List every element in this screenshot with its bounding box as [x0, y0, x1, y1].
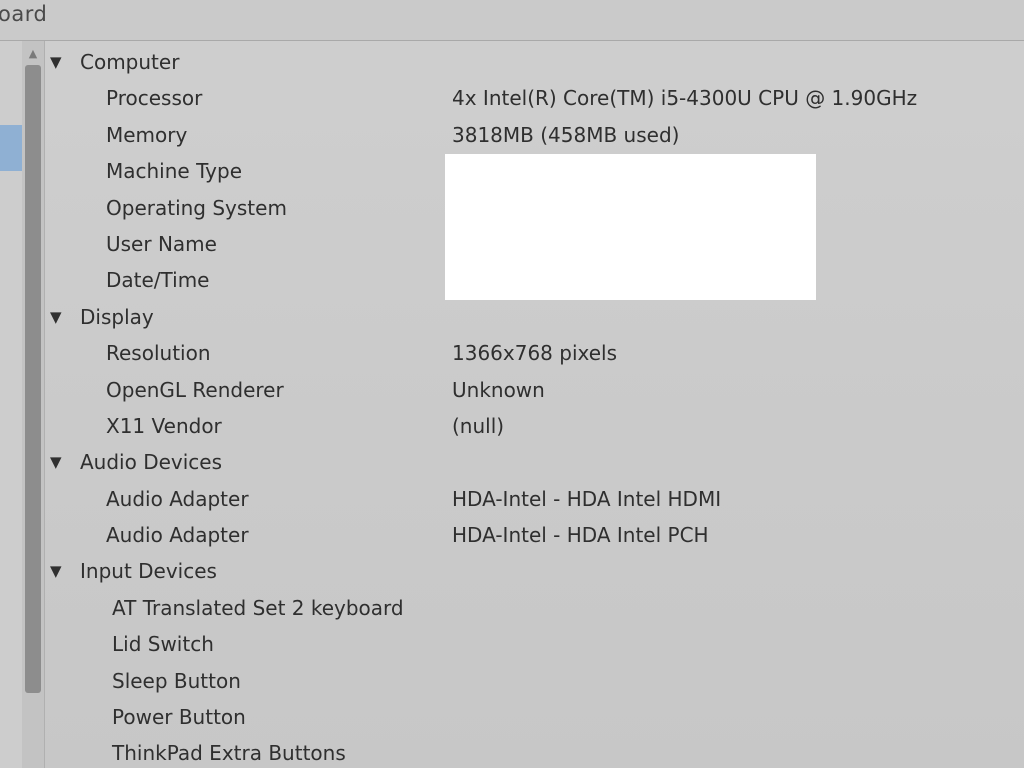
row-value-resolution: 1366x768 pixels: [452, 341, 618, 366]
window-title: oard: [0, 2, 48, 26]
tree-row[interactable]: Power Button: [45, 699, 1024, 735]
row-value-processor: 4x Intel(R) Core(TM) i5-4300U CPU @ 1.90…: [452, 86, 918, 111]
left-sidebar-pane[interactable]: [0, 41, 23, 768]
tree-row[interactable]: Audio Adapter HDA-Intel - HDA Intel HDMI: [45, 481, 1024, 517]
row-key-machine-type: Machine Type: [106, 159, 243, 184]
expand-arrow-icon[interactable]: ▼: [50, 553, 68, 589]
expand-arrow-icon[interactable]: ▼: [50, 299, 68, 335]
tree-row[interactable]: Sleep Button: [45, 663, 1024, 699]
tree-row[interactable]: Memory 3818MB (458MB used): [45, 117, 1024, 153]
row-key-resolution: Resolution: [106, 341, 211, 366]
scrollbar-thumb[interactable]: [25, 65, 41, 693]
system-info-tree[interactable]: ▼ Computer Processor 4x Intel(R) Core(TM…: [45, 44, 1024, 768]
tree-row[interactable]: OpenGL Renderer Unknown: [45, 372, 1024, 408]
expand-arrow-icon[interactable]: ▼: [50, 44, 68, 80]
tree-row[interactable]: Audio Adapter HDA-Intel - HDA Intel PCH: [45, 517, 1024, 553]
row-key-memory: Memory: [106, 122, 188, 147]
row-value-audio-adapter: HDA-Intel - HDA Intel HDMI: [452, 486, 722, 511]
row-key-x11-vendor: X11 Vendor: [106, 413, 222, 438]
row-key-processor: Processor: [106, 86, 203, 111]
row-key-date-time: Date/Time: [106, 268, 210, 293]
section-computer[interactable]: ▼ Computer: [45, 44, 1024, 80]
tree-row[interactable]: Lid Switch: [45, 626, 1024, 662]
section-input-devices[interactable]: ▼ Input Devices: [45, 553, 1024, 589]
row-key-user-name: User Name: [106, 231, 217, 256]
section-audio-devices[interactable]: ▼ Audio Devices: [45, 444, 1024, 480]
row-key-thinkpad-extra-buttons: ThinkPad Extra Buttons: [112, 741, 346, 766]
row-key-audio-adapter: Audio Adapter: [106, 523, 249, 548]
row-value-x11-vendor: (null): [452, 413, 505, 438]
section-display[interactable]: ▼ Display: [45, 299, 1024, 335]
redaction-box: [445, 154, 816, 300]
tree-row[interactable]: Processor 4x Intel(R) Core(TM) i5-4300U …: [45, 80, 1024, 116]
section-label-input-devices: Input Devices: [80, 559, 217, 584]
tree-row[interactable]: X11 Vendor (null): [45, 408, 1024, 444]
row-key-power-button: Power Button: [112, 705, 246, 730]
row-key-opengl-renderer: OpenGL Renderer: [106, 377, 284, 402]
vertical-scrollbar[interactable]: ▲: [22, 41, 45, 768]
tree-row[interactable]: ThinkPad Extra Buttons: [45, 735, 1024, 768]
row-key-audio-adapter: Audio Adapter: [106, 486, 249, 511]
section-label-audio-devices: Audio Devices: [80, 450, 223, 475]
tree-row[interactable]: AT Translated Set 2 keyboard: [45, 590, 1024, 626]
row-value-memory: 3818MB (458MB used): [452, 122, 680, 147]
scroll-up-icon[interactable]: ▲: [22, 45, 44, 63]
window-titlebar: oard: [0, 0, 1024, 41]
row-key-operating-system: Operating System: [106, 195, 287, 220]
expand-arrow-icon[interactable]: ▼: [50, 444, 68, 480]
row-key-lid-switch: Lid Switch: [112, 632, 214, 657]
row-key-at-keyboard: AT Translated Set 2 keyboard: [112, 595, 404, 620]
row-value-audio-adapter: HDA-Intel - HDA Intel PCH: [452, 523, 709, 548]
section-label-display: Display: [80, 304, 154, 329]
section-label-computer: Computer: [80, 50, 180, 74]
row-value-opengl-renderer: Unknown: [452, 377, 545, 402]
sidebar-selected-item[interactable]: [0, 125, 22, 171]
row-key-sleep-button: Sleep Button: [112, 668, 241, 693]
system-info-window: oard ▲ ▼ Computer Processor 4x Intel(R) …: [0, 0, 1024, 768]
tree-row[interactable]: Resolution 1366x768 pixels: [45, 335, 1024, 371]
